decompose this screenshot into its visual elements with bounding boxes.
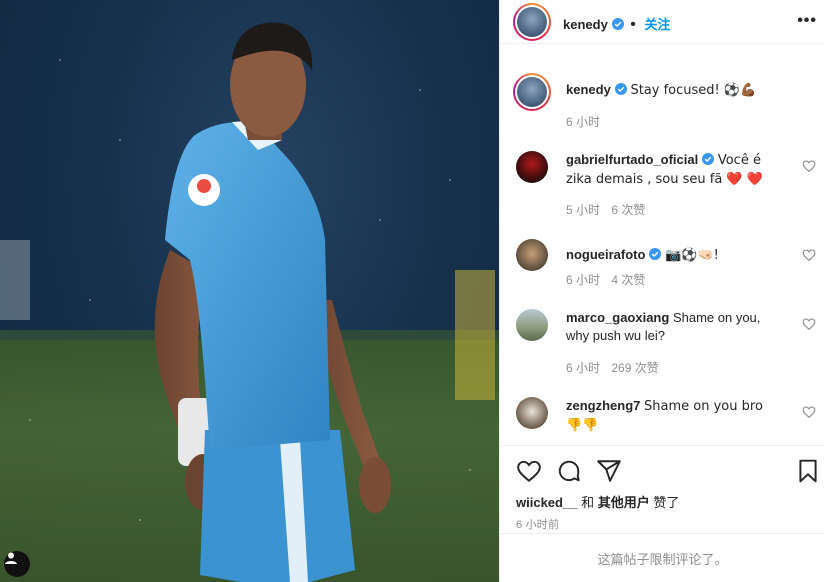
comment-meta: 5 小时 6 次赞 (566, 201, 653, 218)
comment-username[interactable]: marco_gaoxiang (566, 310, 669, 325)
comment-time[interactable]: 5 小时 (566, 203, 600, 217)
verified-icon (611, 18, 624, 30)
post-header: kenedy • 关注 ••• (500, 0, 824, 44)
liked-by-others[interactable]: 其他用户 (598, 495, 650, 510)
comment-body: gabrielfurtado_oficial Você é zika demai… (566, 151, 772, 189)
verified-icon (702, 153, 715, 165)
caption: kenedy Stay focused! ⚽💪🏾 6 小时 (513, 73, 816, 136)
post-photo[interactable] (0, 0, 499, 582)
comment-heart-icon[interactable] (802, 248, 816, 262)
comment-body: zengzheng7 Shame on you bro 👎👎 (566, 397, 772, 435)
caption-body: kenedy Stay focused! ⚽💪🏾 (566, 81, 772, 100)
comment-heart-icon[interactable] (802, 405, 816, 419)
comment-body: marco_gaoxiang Shame on you, why push wu… (566, 309, 772, 345)
post-side-panel: kenedy • 关注 ••• kenedy Stay focused! ⚽💪🏾… (499, 0, 824, 582)
liked-by-suffix: 赞了 (653, 495, 680, 510)
liked-by-connector: 和 (581, 495, 595, 510)
comment-heart-icon[interactable] (802, 159, 816, 173)
liked-by-user[interactable]: wiicked__ (516, 495, 577, 510)
comment-icon[interactable] (556, 458, 582, 484)
comments-list[interactable]: kenedy Stay focused! ⚽💪🏾 6 小时 gabrielfur… (500, 44, 824, 444)
comment-time[interactable]: 6 小时 (566, 361, 600, 375)
more-icon[interactable]: ••• (797, 12, 817, 30)
heart-icon[interactable] (516, 458, 542, 484)
comment-username[interactable]: gabrielfurtado_oficial (566, 152, 698, 167)
header-dot-separator: • (630, 16, 636, 33)
comment-item: marco_gaoxiang Shame on you, why push wu… (516, 309, 816, 379)
caption-username[interactable]: kenedy (566, 82, 611, 97)
caption-avatar[interactable] (513, 73, 551, 111)
comment-username[interactable]: nogueirafoto (566, 247, 645, 262)
author-line: kenedy • 关注 (563, 14, 670, 34)
commenter-avatar[interactable] (516, 309, 548, 341)
comment-body: nogueirafoto 📷⚽🤜🏻! (566, 246, 772, 265)
comment-likes[interactable]: 4 次赞 (611, 273, 645, 287)
comments-disabled-notice: 这篇帖子限制评论了。 (500, 533, 824, 582)
author-avatar[interactable] (513, 3, 551, 41)
comment-likes[interactable]: 269 次赞 (611, 361, 658, 375)
caption-time[interactable]: 6 小时 (566, 115, 600, 129)
commenter-avatar[interactable] (516, 397, 548, 429)
bookmark-icon[interactable] (795, 458, 821, 484)
caption-text: Stay focused! ⚽💪🏾 (630, 83, 757, 98)
photo-player-illustration (0, 0, 499, 582)
follow-button[interactable]: 关注 (644, 17, 670, 32)
profile-icon[interactable] (4, 551, 30, 577)
commenter-avatar[interactable] (516, 239, 548, 271)
comment-item: zengzheng7 Shame on you bro 👎👎 (516, 397, 816, 444)
comment-username[interactable]: zengzheng7 (566, 398, 640, 413)
comment-meta: 6 小时 269 次赞 (566, 359, 667, 376)
comment-time[interactable]: 6 小时 (566, 273, 600, 287)
caption-meta: 6 小时 (566, 113, 608, 130)
commenter-avatar[interactable] (516, 151, 548, 183)
post-actions: wiicked__ 和 其他用户 赞了 6 小时前 (500, 445, 824, 533)
comment-meta: 6 小时 4 次赞 (566, 271, 653, 288)
liked-by: wiicked__ 和 其他用户 赞了 (516, 492, 679, 511)
comment-item: nogueirafoto 📷⚽🤜🏻! 6 小时 4 次赞 (516, 239, 816, 291)
comment-heart-icon[interactable] (802, 317, 816, 331)
author-username[interactable]: kenedy (563, 17, 608, 32)
comment-text: 📷⚽🤜🏻! (665, 248, 719, 263)
verified-icon (614, 83, 627, 95)
post-timestamp[interactable]: 6 小时前 (516, 516, 559, 532)
comment-item: gabrielfurtado_oficial Você é zika demai… (516, 151, 816, 221)
comment-likes[interactable]: 6 次赞 (611, 203, 645, 217)
verified-icon (649, 248, 662, 260)
share-icon[interactable] (596, 458, 622, 484)
